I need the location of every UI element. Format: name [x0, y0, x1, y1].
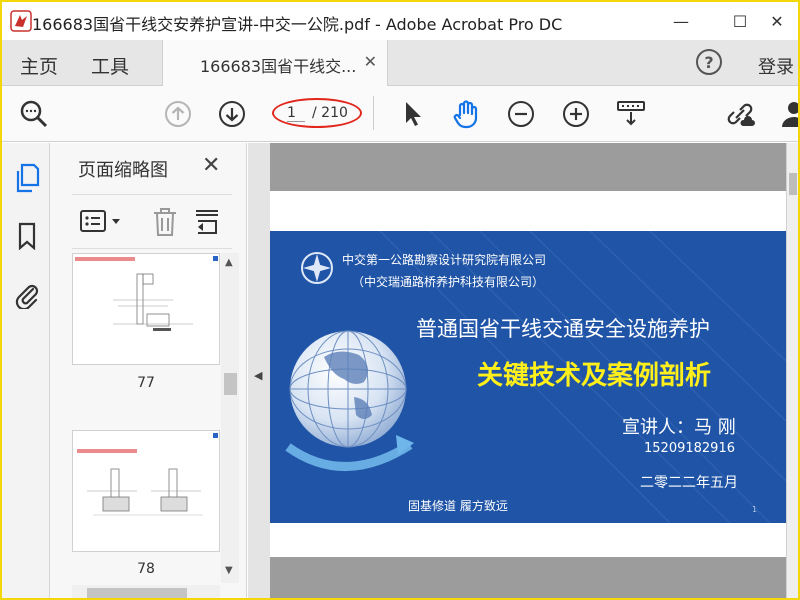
slide-subtitle: 关键技术及案例剖析 — [477, 361, 712, 391]
globe-icon — [285, 330, 414, 471]
close-panel-button[interactable]: ✕ — [202, 153, 220, 178]
window-title: 166683国省干线交安养护宣讲-中交一公院.pdf - Adobe Acrob… — [32, 15, 563, 34]
page-total-label: / 210 — [312, 105, 348, 121]
app-logo-icon — [10, 10, 32, 32]
thumbnail-vertical-scrollbar[interactable]: ▲ ▼ — [221, 253, 239, 583]
document-view[interactable]: 中交第一公路勘察设计研究院有限公司 （中交瑞通路桥养护科技有限公司） 普通国省干… — [270, 143, 786, 598]
document-scrollbar[interactable] — [786, 143, 798, 598]
panel-title: 页面缩略图 — [78, 160, 168, 181]
thumbnail-options-icon[interactable] — [80, 209, 124, 239]
slide-speaker: 宣讲人：马 刚 — [622, 417, 736, 438]
share-link-icon[interactable] — [724, 98, 756, 130]
page-up-icon[interactable] — [162, 98, 194, 130]
thumbnail-page-number: 77 — [137, 375, 155, 391]
scrollbar-thumb[interactable] — [224, 373, 237, 395]
page-thumbnail[interactable] — [72, 253, 220, 365]
slide-organization-sub: （中交瑞通路桥养护科技有限公司） — [352, 275, 545, 289]
company-logo-icon — [301, 252, 333, 284]
title-bar: 166683国省干线交安养护宣讲-中交一公院.pdf - Adobe Acrob… — [2, 2, 798, 40]
close-tab-button[interactable]: ✕ — [364, 52, 377, 71]
zoom-out-icon[interactable] — [505, 98, 537, 130]
user-icon[interactable] — [778, 98, 798, 130]
slide-phone: 15209182916 — [644, 441, 735, 456]
tools-tab[interactable]: 工具 — [91, 52, 129, 79]
slide-date: 二零二二年五月 — [640, 475, 738, 491]
slide-page-number: 1 — [752, 505, 758, 514]
panel-collapse-strip[interactable]: ◀ — [248, 143, 270, 598]
page-down-icon[interactable] — [216, 98, 248, 130]
panel-toolbar — [72, 194, 232, 249]
document-scrollbar-thumb[interactable] — [789, 173, 797, 195]
home-tab[interactable]: 主页 — [20, 52, 58, 79]
slide-title: 普通国省干线交通安全设施养护 — [416, 317, 710, 341]
attachment-icon[interactable] — [14, 279, 40, 309]
slide-page-1: 中交第一公路勘察设计研究院有限公司 （中交瑞通路桥养护科技有限公司） 普通国省干… — [270, 231, 786, 523]
document-tab-label: 166683国省干线交... — [200, 57, 357, 76]
delete-page-icon[interactable] — [152, 207, 178, 241]
scroll-down-arrow-icon[interactable]: ▼ — [225, 565, 233, 576]
horizontal-scrollbar-thumb[interactable] — [87, 588, 187, 598]
page-thumbnails-panel: 页面缩略图 ✕ 77 78 ▲ ▼ — [50, 143, 247, 598]
page-number-input[interactable]: 1 — [287, 105, 305, 122]
document-tab[interactable]: 166683国省干线交... ✕ — [162, 40, 388, 86]
select-cursor-icon[interactable] — [397, 98, 429, 130]
minimize-button[interactable]: — — [658, 6, 704, 36]
app-window: 166683国省干线交安养护宣讲-中交一公院.pdf - Adobe Acrob… — [0, 0, 800, 600]
navigation-rail — [2, 143, 50, 598]
page-thumbnails-icon[interactable] — [14, 163, 40, 193]
toolbar-divider — [373, 96, 374, 130]
close-window-button[interactable]: ✕ — [754, 6, 798, 36]
login-button[interactable]: 登录 — [758, 53, 794, 79]
search-zoom-icon[interactable] — [18, 98, 50, 130]
slide-organization: 中交第一公路勘察设计研究院有限公司 — [342, 253, 547, 267]
scroll-mode-icon[interactable] — [615, 98, 647, 130]
menu-bar: 主页 工具 166683国省干线交... ✕ ? 登录 — [2, 40, 798, 86]
toolbar: 1 / 210 — [2, 86, 798, 142]
zoom-in-icon[interactable] — [560, 98, 592, 130]
collapse-arrow-icon[interactable]: ◀ — [254, 369, 262, 382]
thumbnail-list: 77 78 — [50, 253, 240, 583]
thumbnail-page-number: 78 — [137, 561, 155, 577]
help-button[interactable]: ? — [696, 49, 722, 75]
page-thumbnail[interactable] — [72, 430, 220, 552]
hand-tool-icon[interactable] — [450, 98, 482, 130]
scroll-up-arrow-icon[interactable]: ▲ — [225, 257, 233, 268]
thumbnail-horizontal-scrollbar[interactable] — [72, 585, 220, 598]
bookmark-icon[interactable] — [14, 221, 40, 251]
slide-motto: 固基修道 履方致远 — [408, 499, 508, 513]
rotate-page-icon[interactable] — [194, 207, 220, 241]
page-navigator[interactable]: 1 / 210 — [272, 98, 362, 128]
